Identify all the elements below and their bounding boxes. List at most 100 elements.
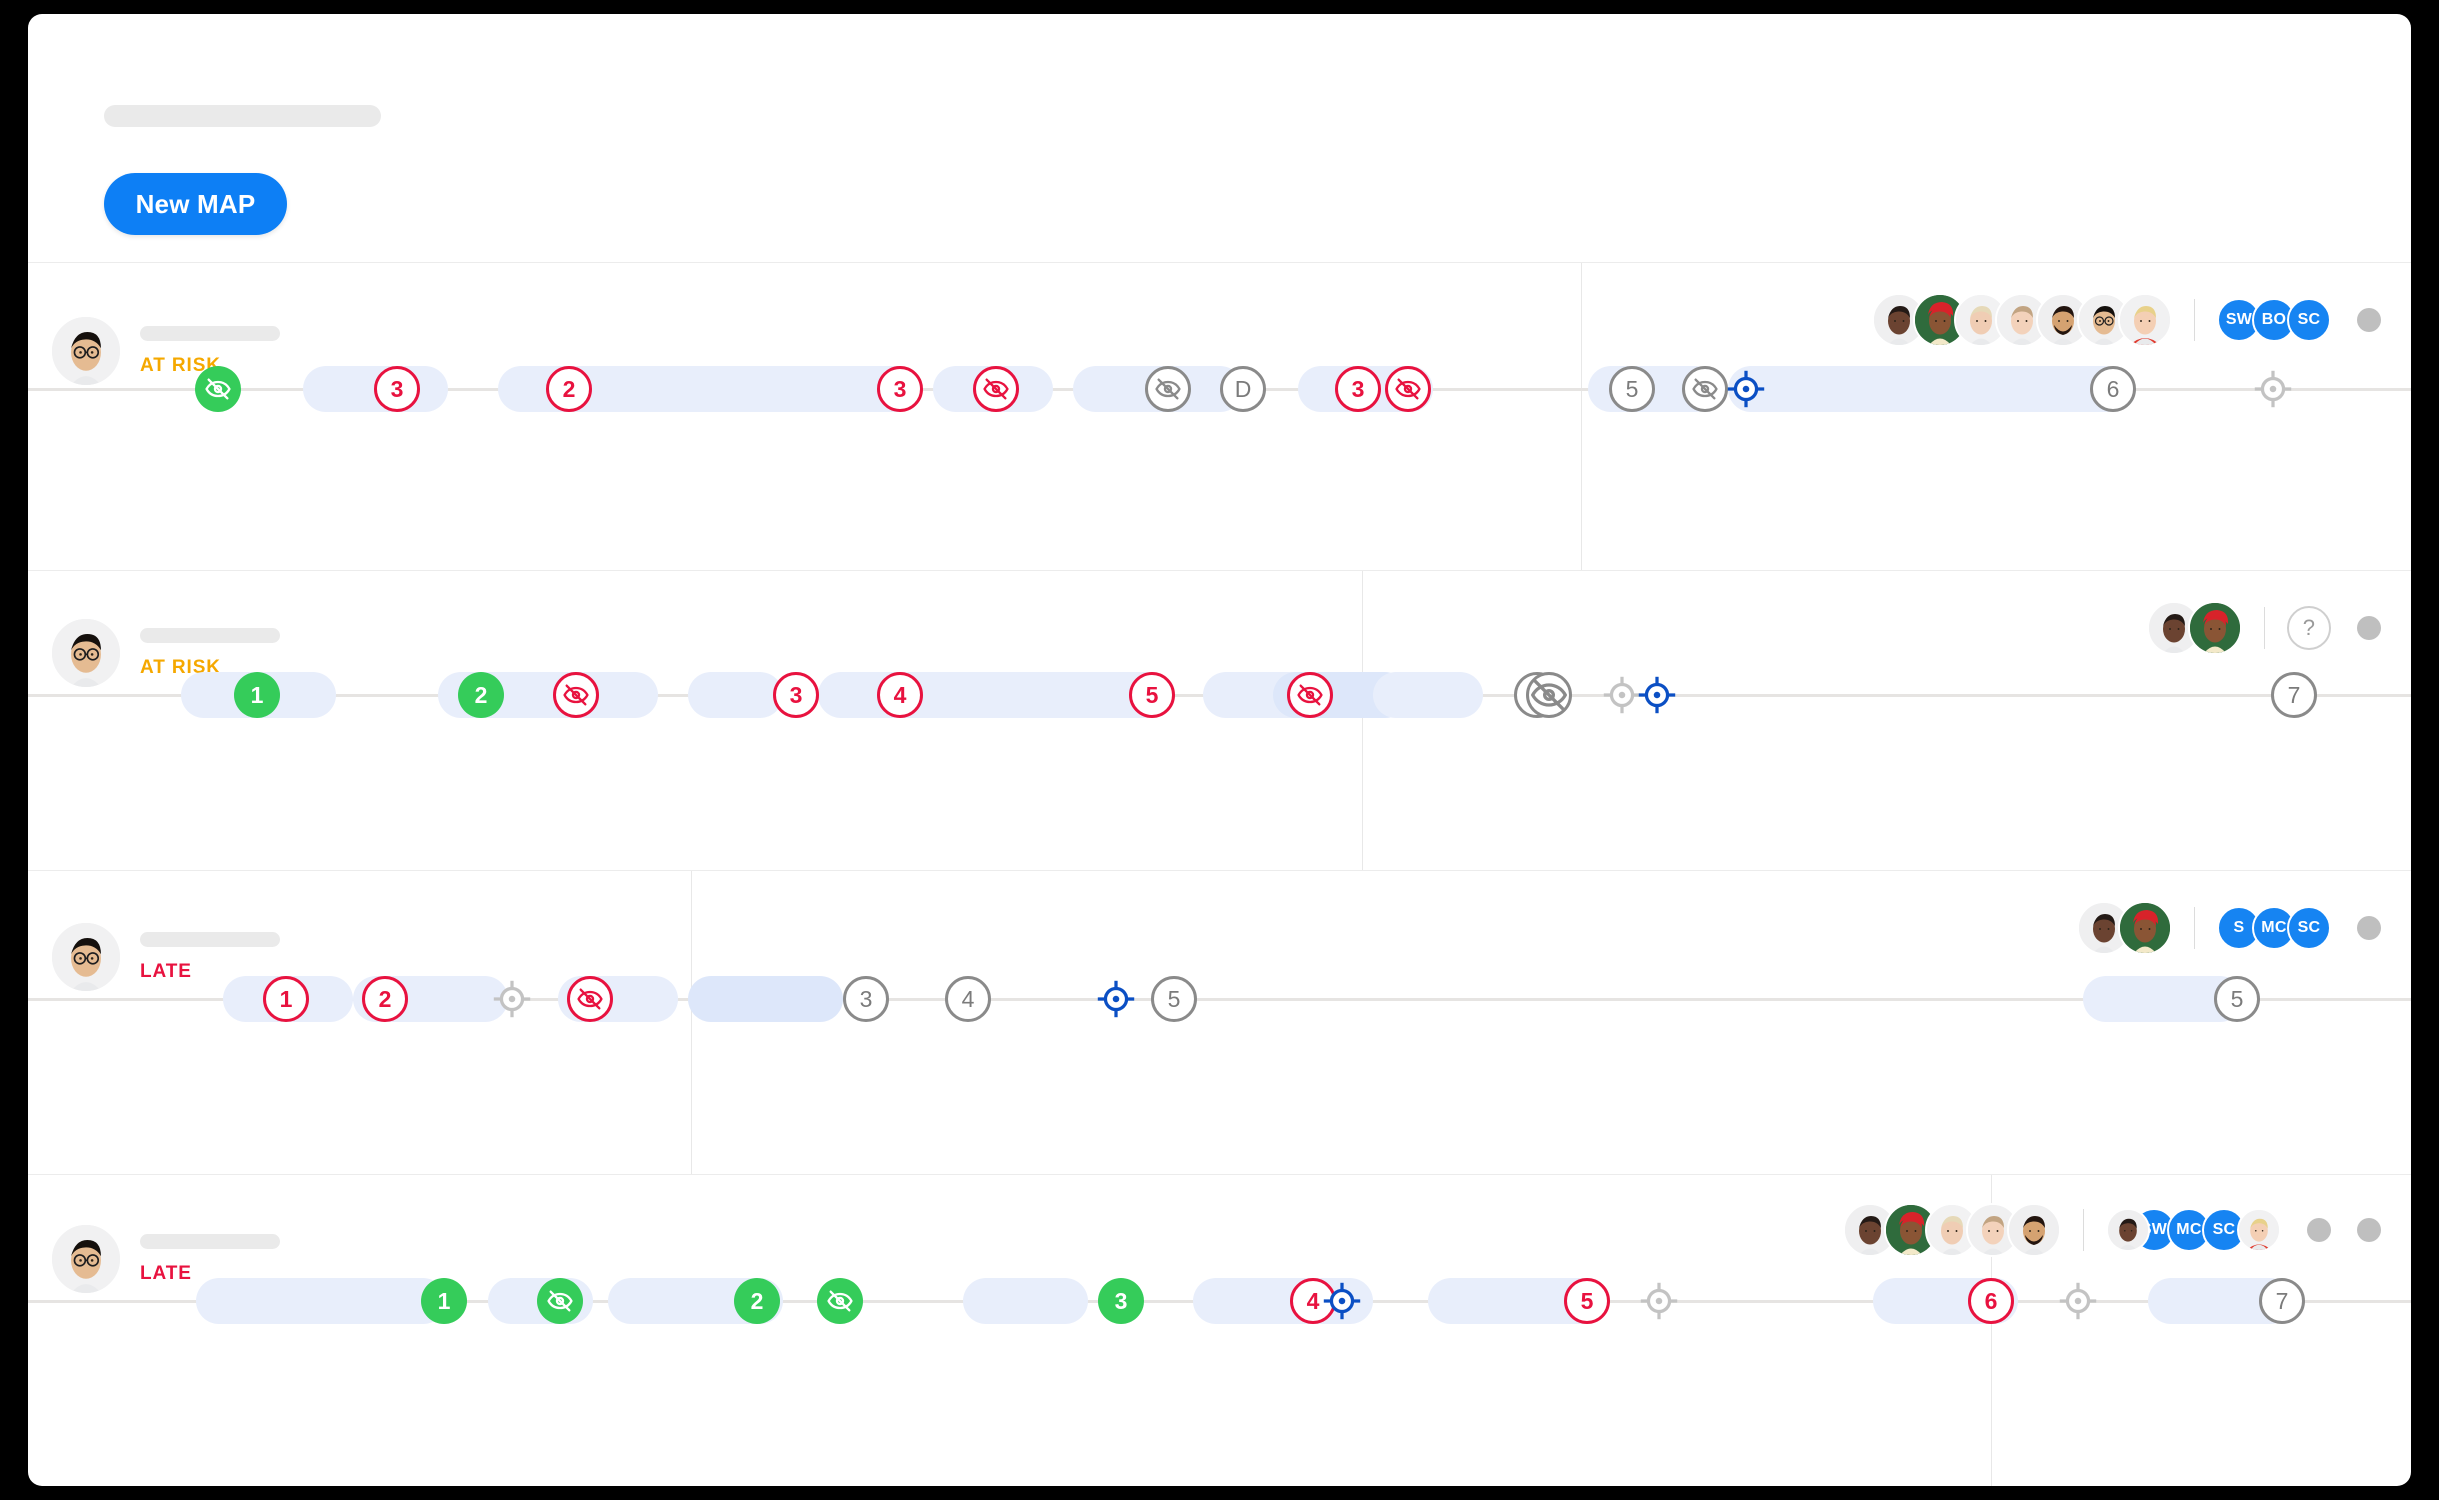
completed-milestone-marker[interactable]: 2 [458,672,504,718]
map-row: LATE S MC SC 1 2 3 4 5 5 [28,870,2411,1174]
row-menu-dot[interactable] [2357,916,2381,940]
overdue-milestone-marker[interactable]: 3 [374,366,420,412]
target-position-marker[interactable] [2250,366,2296,412]
target-position-marker[interactable] [2055,1278,2101,1324]
upcoming-milestone-marker[interactable]: 5 [1151,976,1197,1022]
participant-avatar[interactable] [2188,601,2242,655]
stacked-hidden-milestone-marker[interactable] [1514,672,1572,718]
page-header: New MAP [28,14,2411,262]
stakeholder-badge[interactable]: SC [2287,298,2331,342]
completed-milestone-marker[interactable]: 3 [1098,1278,1144,1324]
row-timeline: 1 2 3 4 5 6 7 [28,1263,2411,1339]
completed-hidden-milestone-marker[interactable] [537,1278,583,1324]
owner-name-placeholder [140,1233,280,1249]
participant-avatars[interactable] [2147,601,2242,655]
hidden-milestone-icon-front [1526,672,1572,718]
milestone-label: 4 [961,985,975,1012]
row-participants: SW MC SC [1843,1203,2381,1257]
upcoming-milestone-marker[interactable]: 6 [2090,366,2136,412]
stakeholder-badges[interactable]: ? [2287,606,2331,650]
timeline-segment[interactable] [818,672,1168,718]
divider [2264,607,2265,649]
current-position-marker[interactable] [1093,976,1139,1022]
milestone-label: 2 [474,681,488,708]
timeline-segment[interactable] [196,1278,446,1324]
target-position-marker[interactable] [1636,1278,1682,1324]
avatar-image [2239,1210,2279,1250]
milestone-label: 3 [859,985,873,1012]
milestone-label: 3 [1114,1287,1128,1314]
overdue-hidden-milestone-marker[interactable] [1287,672,1333,718]
overdue-milestone-marker[interactable]: 5 [1564,1278,1610,1324]
upcoming-milestone-marker[interactable]: 5 [2214,976,2260,1022]
stakeholder-badges[interactable]: S MC SC [2217,906,2331,950]
milestone-label: 2 [378,985,392,1012]
participant-avatar[interactable] [2007,1203,2061,1257]
overdue-milestone-marker[interactable]: 2 [546,366,592,412]
participant-avatar[interactable] [2118,293,2172,347]
overdue-hidden-milestone-marker[interactable] [553,672,599,718]
stakeholder-avatar[interactable] [2106,1208,2150,1252]
timeline-segment[interactable] [963,1278,1088,1324]
timeline-segment[interactable] [1373,672,1483,718]
upcoming-milestone-marker[interactable]: 7 [2271,672,2317,718]
completed-milestone-marker[interactable]: 1 [421,1278,467,1324]
completed-hidden-milestone-marker[interactable] [195,366,241,412]
upcoming-milestone-marker[interactable]: 3 [843,976,889,1022]
current-position-marker[interactable] [1319,1278,1365,1324]
avatar-image [2108,1210,2148,1250]
row-menu-dot[interactable] [2357,1218,2381,1242]
stakeholder-badge[interactable]: ? [2287,606,2331,650]
overdue-milestone-marker[interactable]: 4 [877,672,923,718]
current-position-marker[interactable] [1634,672,1680,718]
target-position-marker[interactable] [489,976,535,1022]
overdue-milestone-marker[interactable]: 6 [1968,1278,2014,1324]
overdue-milestone-marker[interactable]: 3 [1335,366,1381,412]
current-position-marker[interactable] [1723,366,1769,412]
participant-avatars[interactable] [1872,293,2172,347]
overdue-hidden-milestone-marker[interactable] [973,366,1019,412]
timeline-segment[interactable] [688,672,783,718]
overdue-milestone-marker[interactable]: 3 [773,672,819,718]
map-row: AT RISK ? 1 2 3 4 5 7 [28,570,2411,870]
row-timeline: 1 2 3 4 5 7 [28,657,2411,733]
row-timeline: 1 2 3 4 5 5 [28,961,2411,1037]
upcoming-milestone-marker[interactable]: 4 [945,976,991,1022]
row-menu-dot[interactable] [2357,616,2381,640]
milestone-label: 3 [789,681,803,708]
milestone-label: 7 [2275,1287,2289,1314]
overdue-milestone-marker[interactable]: 1 [263,976,309,1022]
upcoming-hidden-milestone-marker[interactable] [1682,366,1728,412]
stakeholder-badge[interactable]: SC [2287,906,2331,950]
upcoming-milestone-marker[interactable]: 5 [1609,366,1655,412]
overdue-milestone-marker[interactable]: 5 [1129,672,1175,718]
participant-avatars[interactable] [2077,901,2172,955]
row-menu-dot[interactable] [2307,1218,2331,1242]
row-participants: ? [2147,601,2381,655]
overdue-hidden-milestone-marker[interactable] [567,976,613,1022]
timeline-segment[interactable] [688,976,843,1022]
stakeholder-badges[interactable]: SW MC SC [2106,1208,2281,1252]
stakeholder-avatar[interactable] [2237,1208,2281,1252]
overdue-milestone-marker[interactable]: 3 [877,366,923,412]
avatar-image [2190,603,2240,653]
stakeholder-badges[interactable]: SW BO SC [2217,298,2331,342]
participant-avatars[interactable] [1843,1203,2061,1257]
overdue-hidden-milestone-marker[interactable] [1385,366,1431,412]
completed-milestone-marker[interactable]: 2 [734,1278,780,1324]
milestone-label: 5 [1145,681,1159,708]
milestone-label: 3 [893,375,907,402]
avatar-image [2009,1205,2059,1255]
completed-hidden-milestone-marker[interactable] [817,1278,863,1324]
participant-avatar[interactable] [2118,901,2172,955]
upcoming-milestone-marker[interactable]: 7 [2259,1278,2305,1324]
milestone-label: 4 [1306,1287,1320,1314]
overdue-milestone-marker[interactable]: 2 [362,976,408,1022]
completed-milestone-marker[interactable]: 1 [234,672,280,718]
row-menu-dot[interactable] [2357,308,2381,332]
timeline-segment[interactable] [1728,366,2128,412]
new-map-button[interactable]: New MAP [104,173,287,235]
upcoming-milestone-marker[interactable]: D [1220,366,1266,412]
upcoming-hidden-milestone-marker[interactable] [1145,366,1191,412]
map-dashboard: New MAP AT RISK SW BO SC 3 2 3 D 3 5 6 A… [28,14,2411,1486]
